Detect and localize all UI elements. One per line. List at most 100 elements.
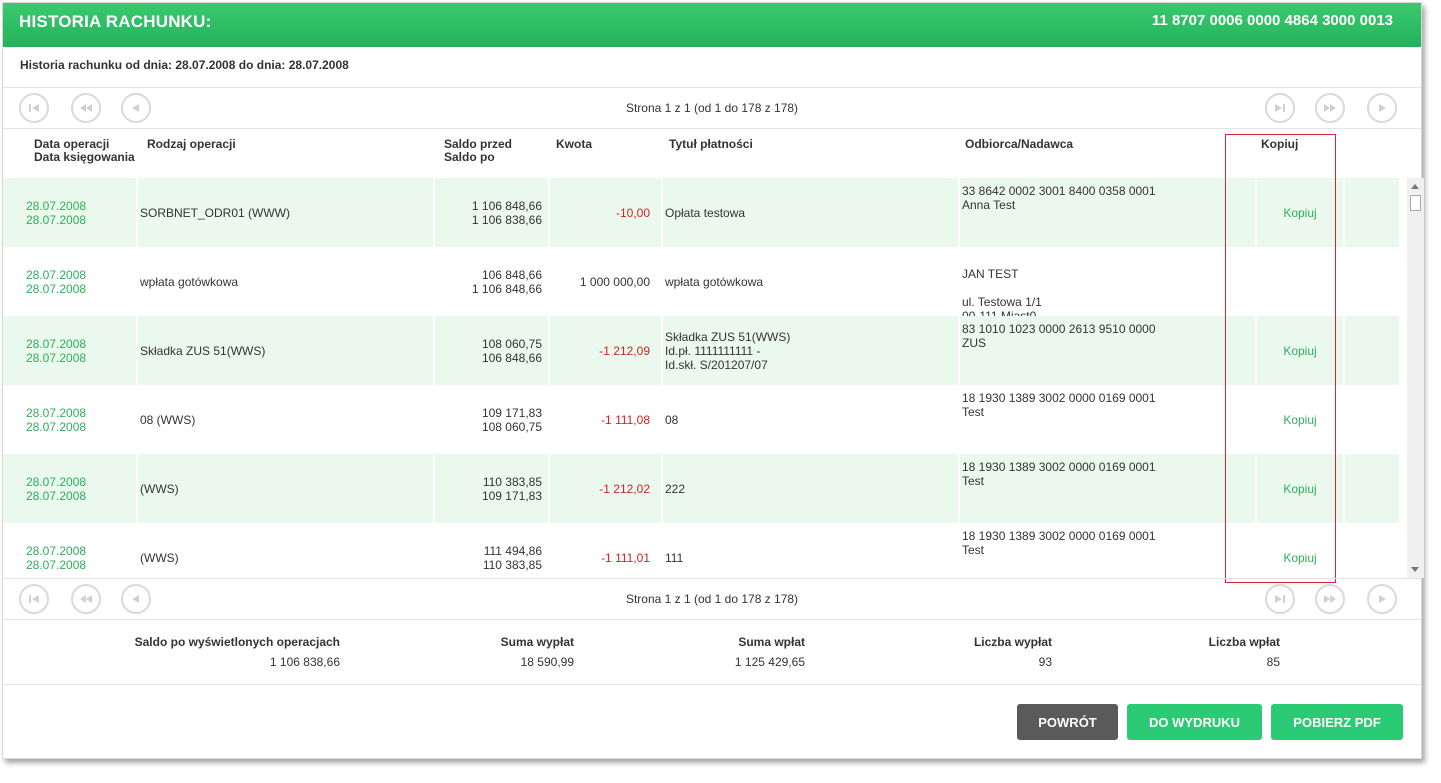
column-separator bbox=[958, 454, 960, 523]
fast-forward-icon[interactable] bbox=[1315, 93, 1345, 123]
account-number: 11 8707 0006 0000 4864 3000 0013 bbox=[1151, 12, 1393, 29]
saldo-after: 108 060,75 bbox=[481, 419, 542, 434]
column-separator bbox=[661, 385, 663, 454]
pager-info: Strona 1 z 1 (od 1 do 178 z 178) bbox=[625, 592, 799, 606]
copy-link[interactable]: Kopiuj bbox=[1283, 413, 1316, 427]
payment-title-line: wpłata gotówkowa bbox=[665, 274, 764, 289]
column-header-saldo-after: Saldo po bbox=[444, 150, 495, 164]
fast-forward-icon[interactable] bbox=[1315, 584, 1345, 614]
recipient-line: 18 1930 1389 3002 0000 0169 0001 bbox=[962, 529, 1156, 543]
saldo-before: 1 106 848,66 bbox=[471, 198, 542, 213]
column-header-saldo: Saldo przed Saldo po bbox=[444, 138, 512, 164]
copy-link[interactable]: Kopiuj bbox=[1283, 482, 1316, 496]
column-separator bbox=[661, 523, 663, 578]
page-header: HISTORIA RACHUNKU: 11 8707 0006 0000 486… bbox=[3, 3, 1421, 47]
payment-title-line: Składka ZUS 51(WWS) bbox=[665, 329, 791, 344]
column-header-date: Data operacji Data księgowania bbox=[34, 138, 135, 164]
operation-type: (WWS) bbox=[140, 481, 179, 496]
recipient-line: 18 1930 1389 3002 0000 0169 0001 bbox=[962, 460, 1156, 474]
booking-date: 28.07.2008 bbox=[26, 419, 87, 434]
amount-cell: -1 212,09 bbox=[550, 316, 650, 385]
amount: -1 111,01 bbox=[601, 550, 650, 565]
summary-withdrawals-label: Suma wypłat bbox=[500, 635, 574, 649]
column-separator bbox=[1343, 178, 1345, 247]
column-header-recipient: Odbiorca/Nadawca bbox=[965, 137, 1074, 151]
date-cell: 28.07.2008 28.07.2008 bbox=[26, 454, 126, 523]
summary-deposits-count-value: 85 bbox=[1266, 655, 1280, 669]
summary-withdrawals-count-value: 93 bbox=[1038, 655, 1052, 669]
date-cell: 28.07.2008 28.07.2008 bbox=[26, 385, 126, 454]
amount: -10,00 bbox=[615, 205, 650, 220]
date-cell: 28.07.2008 28.07.2008 bbox=[26, 316, 126, 385]
copy-link[interactable]: Kopiuj bbox=[1283, 344, 1316, 358]
table-row[interactable]: 28.07.2008 28.07.2008 08 (WWS) 109 171,83 10… bbox=[3, 385, 1399, 454]
payment-title-cell: wpłata gotówkowa bbox=[665, 247, 955, 316]
table-row[interactable]: 28.07.2008 28.07.2008 wpłata gotówkowa 106 … bbox=[3, 247, 1399, 323]
booking-date: 28.07.2008 bbox=[26, 557, 87, 572]
transactions-table[interactable]: 28.07.2008 28.07.2008 SORBNET_ODR01 (WWW) 1… bbox=[3, 178, 1407, 578]
divider bbox=[3, 619, 1421, 620]
back-button[interactable]: POWRÓT bbox=[1017, 704, 1118, 740]
payment-title-cell: 222 bbox=[665, 454, 955, 523]
copy-cell: Kopiuj bbox=[1257, 178, 1343, 247]
payment-title-line: 222 bbox=[665, 481, 686, 496]
scroll-up-icon[interactable] bbox=[1411, 184, 1419, 189]
operation-type-cell: (WWS) bbox=[140, 523, 430, 578]
table-row[interactable]: 28.07.2008 28.07.2008 (WWS) 111 494,86 110 3… bbox=[3, 523, 1399, 578]
amount: -1 212,02 bbox=[599, 481, 650, 496]
page-title: HISTORIA RACHUNKU: bbox=[19, 12, 212, 31]
scroll-down-icon[interactable] bbox=[1411, 567, 1419, 572]
divider bbox=[3, 684, 1421, 685]
column-separator bbox=[136, 247, 138, 316]
operation-date: 28.07.2008 bbox=[26, 267, 87, 282]
column-separator bbox=[136, 178, 138, 247]
next-page-icon[interactable] bbox=[1367, 584, 1397, 614]
saldo-before: 109 171,83 bbox=[481, 405, 542, 420]
recipient-line: 83 1010 1023 0000 2613 9510 0000 bbox=[962, 322, 1156, 336]
date-cell: 28.07.2008 28.07.2008 bbox=[26, 247, 126, 316]
recipient-line: ul. Testowa 1/1 bbox=[962, 295, 1042, 309]
copy-cell: Kopiuj bbox=[1257, 523, 1343, 578]
payment-title-line: 111 bbox=[665, 550, 684, 565]
payment-title-cell: Opłata testowa bbox=[665, 178, 955, 247]
date-cell: 28.07.2008 28.07.2008 bbox=[26, 523, 126, 578]
summary-saldo-label: Saldo po wyświetlonych operacjach bbox=[134, 635, 340, 649]
payment-title-line: Id.skł. S/201207/07 bbox=[665, 357, 768, 372]
table-row[interactable]: 28.07.2008 28.07.2008 Składka ZUS 51(WWS) 1… bbox=[3, 316, 1399, 385]
column-header-title: Tytuł płatności bbox=[669, 137, 753, 151]
table-row[interactable]: 28.07.2008 28.07.2008 SORBNET_ODR01 (WWW) 1… bbox=[3, 178, 1399, 247]
payment-title-cell: 08 bbox=[665, 385, 955, 454]
amount-cell: -1 111,01 bbox=[550, 523, 650, 578]
copy-link[interactable]: Kopiuj bbox=[1283, 206, 1316, 220]
column-separator bbox=[958, 385, 960, 454]
payment-title-cell: Składka ZUS 51(WWS) Id.pł. 1111111111 - Id… bbox=[665, 316, 955, 385]
date-cell: 28.07.2008 28.07.2008 bbox=[26, 178, 126, 247]
column-separator bbox=[1343, 247, 1345, 316]
download-pdf-button[interactable]: POBIERZ PDF bbox=[1271, 704, 1403, 740]
operation-type-cell: (WWS) bbox=[140, 454, 430, 523]
copy-link[interactable]: Kopiuj bbox=[1283, 551, 1316, 565]
column-separator bbox=[1343, 523, 1345, 578]
scroll-thumb[interactable] bbox=[1410, 195, 1421, 211]
print-button[interactable]: DO WYDRUKU bbox=[1127, 704, 1262, 740]
saldo-after: 110 383,85 bbox=[482, 557, 542, 572]
next-page-icon[interactable] bbox=[1367, 93, 1397, 123]
divider bbox=[3, 128, 1421, 129]
saldo-cell: 1 106 848,66 1 106 838,66 bbox=[435, 178, 542, 247]
date-range-subtitle: Historia rachunku od dnia: 28.07.2008 do… bbox=[20, 58, 349, 72]
booking-date: 28.07.2008 bbox=[26, 281, 87, 296]
saldo-cell: 108 060,75 106 848,66 bbox=[435, 316, 542, 385]
copy-cell: Kopiuj bbox=[1257, 385, 1343, 454]
saldo-after: 106 848,66 bbox=[481, 350, 542, 365]
recipient-line: ZUS bbox=[962, 336, 986, 350]
table-scrollbar[interactable] bbox=[1407, 178, 1424, 578]
saldo-before: 106 848,66 bbox=[481, 267, 542, 282]
column-separator bbox=[1343, 316, 1345, 385]
column-separator bbox=[958, 178, 960, 247]
booking-date: 28.07.2008 bbox=[26, 350, 87, 365]
table-row[interactable]: 28.07.2008 28.07.2008 (WWS) 110 383,85 109 1… bbox=[3, 454, 1399, 523]
recipient-cell: 83 1010 1023 0000 2613 9510 0000 ZUS bbox=[962, 316, 1252, 385]
last-page-icon[interactable] bbox=[1265, 584, 1295, 614]
saldo-before: 108 060,75 bbox=[481, 336, 542, 351]
last-page-icon[interactable] bbox=[1265, 93, 1295, 123]
